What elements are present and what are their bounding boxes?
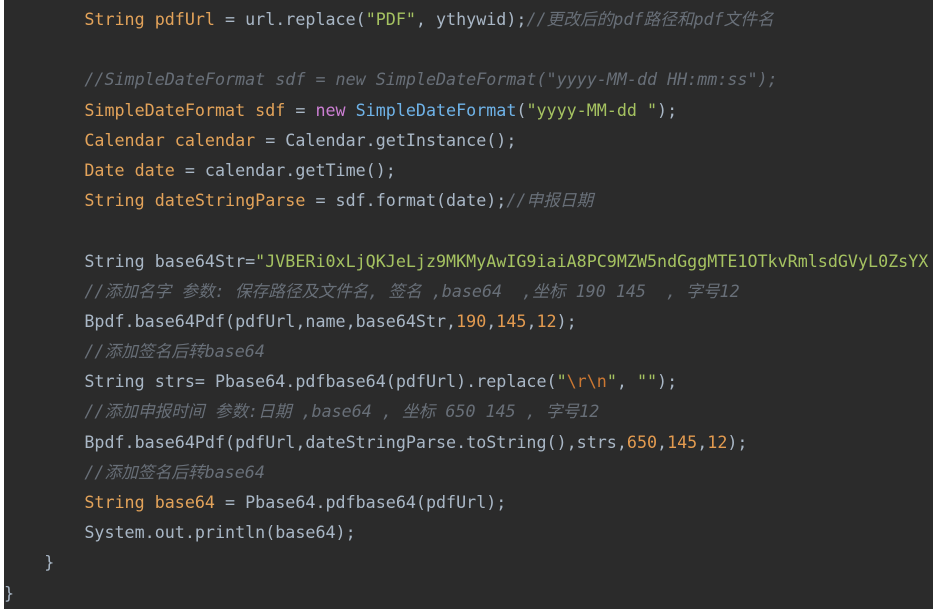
code-token: //更改后的pdf路径和pdf文件名	[526, 9, 774, 29]
code-line: Bpdf.base64Pdf(pdfUrl,dateStringParse.to…	[4, 427, 928, 457]
code-token: "JVBERi0xLjQKJeLjz9MKMyAwIG9iaiA8PC9MZW5…	[255, 250, 929, 271]
code-token: Date date	[84, 159, 175, 180]
code-token: 650	[626, 431, 658, 452]
code-token: SimpleDateFormat sdf	[84, 99, 286, 120]
code-token: System.out.println(base64);	[84, 522, 356, 543]
code-token: ,	[657, 431, 668, 452]
code-block: String pdfUrl = url.replace("PDF", ythyw…	[4, 4, 928, 608]
code-token: (	[516, 99, 527, 120]
code-token: ""	[636, 371, 658, 392]
code-token: = url.replace(	[214, 9, 366, 29]
code-line: }	[4, 547, 928, 577]
code-line: String pdfUrl = url.replace("PDF", ythyw…	[4, 4, 928, 34]
code-token: String base64	[84, 492, 215, 512]
code-token: //添加签名后转base64	[84, 341, 265, 362]
code-token: "	[606, 371, 617, 392]
code-token: String pdfUrl	[84, 9, 215, 29]
code-token: Calendar calendar	[84, 129, 256, 150]
code-token: 12	[707, 431, 728, 452]
code-token: //添加名字 参数: 保存路径及文件名, 签名 ,base64 ,坐标 190 …	[84, 280, 740, 301]
code-token: );	[657, 371, 678, 392]
code-line: //添加签名后转base64	[4, 457, 928, 487]
code-token: "	[556, 371, 567, 392]
code-token: = Calendar.getInstance();	[255, 129, 517, 150]
code-line: Calendar calendar = Calendar.getInstance…	[4, 125, 928, 155]
code-token: = Pbase64.pdfbase64(pdfUrl);	[214, 492, 507, 512]
code-token: }	[4, 582, 15, 603]
code-line: SimpleDateFormat sdf = new SimpleDateFor…	[4, 95, 928, 125]
code-line: Date date = calendar.getTime();	[4, 155, 928, 185]
code-token: //SimpleDateFormat sdf = new SimpleDateF…	[84, 69, 778, 90]
code-token: "yyyy-MM-dd "	[526, 99, 658, 120]
code-token: \r\n	[566, 371, 607, 392]
code-line: String dateStringParse = sdf.format(date…	[4, 185, 928, 215]
code-token: 12	[536, 310, 557, 331]
code-token: String dateStringParse	[84, 190, 306, 211]
code-line: //添加申报时间 参数:日期 ,base64 , 坐标 650 145 , 字号…	[4, 396, 928, 426]
code-token: 145	[496, 310, 527, 331]
code-token: SimpleDateFormat	[355, 99, 517, 120]
code-token: //申报日期	[506, 190, 594, 211]
code-token: //添加签名后转base64	[84, 461, 265, 482]
code-line: Bpdf.base64Pdf(pdfUrl,name,base64Str,190…	[4, 306, 928, 336]
code-line: String base64Str="JVBERi0xLjQKJeLjz9MKMy…	[4, 246, 928, 276]
code-token: );	[727, 431, 748, 452]
code-line: }	[4, 578, 928, 608]
code-line: //SimpleDateFormat sdf = new SimpleDateF…	[4, 64, 928, 94]
code-token: ,	[526, 310, 537, 331]
code-token: 145	[667, 431, 698, 452]
code-token: , ythywid);	[415, 9, 527, 29]
code-editor[interactable]: String pdfUrl = url.replace("PDF", ythyw…	[4, 0, 933, 609]
code-line: String base64 = Pbase64.pdfbase64(pdfUrl…	[4, 487, 928, 517]
code-line: //添加签名后转base64	[4, 336, 928, 366]
code-line: String strs= Pbase64.pdfbase64(pdfUrl).r…	[4, 366, 928, 396]
code-token: Bpdf.base64Pdf(pdfUrl,name,base64Str,	[84, 310, 457, 331]
code-token: new	[315, 99, 346, 120]
code-token: //添加申报时间 参数:日期 ,base64 , 坐标 650 145 , 字号…	[84, 401, 600, 422]
code-token: String base64Str=	[84, 250, 256, 271]
code-token: }	[44, 552, 55, 573]
code-token: 190	[456, 310, 487, 331]
code-token: String strs= Pbase64.pdfbase64(pdfUrl).r…	[84, 371, 557, 392]
code-token: = sdf.format(date);	[305, 190, 507, 211]
code-token: "PDF"	[365, 9, 416, 29]
code-token: =	[285, 99, 316, 120]
code-token: );	[556, 310, 577, 331]
code-token: );	[657, 99, 678, 120]
code-token: ,	[697, 431, 708, 452]
code-token: ,	[486, 310, 497, 331]
code-line: System.out.println(base64);	[4, 517, 928, 547]
code-token: = calendar.getTime();	[174, 159, 396, 180]
code-token: ,	[616, 371, 637, 392]
code-token: Bpdf.base64Pdf(pdfUrl,dateStringParse.to…	[84, 431, 627, 452]
code-line: //添加名字 参数: 保存路径及文件名, 签名 ,base64 ,坐标 190 …	[4, 276, 928, 306]
